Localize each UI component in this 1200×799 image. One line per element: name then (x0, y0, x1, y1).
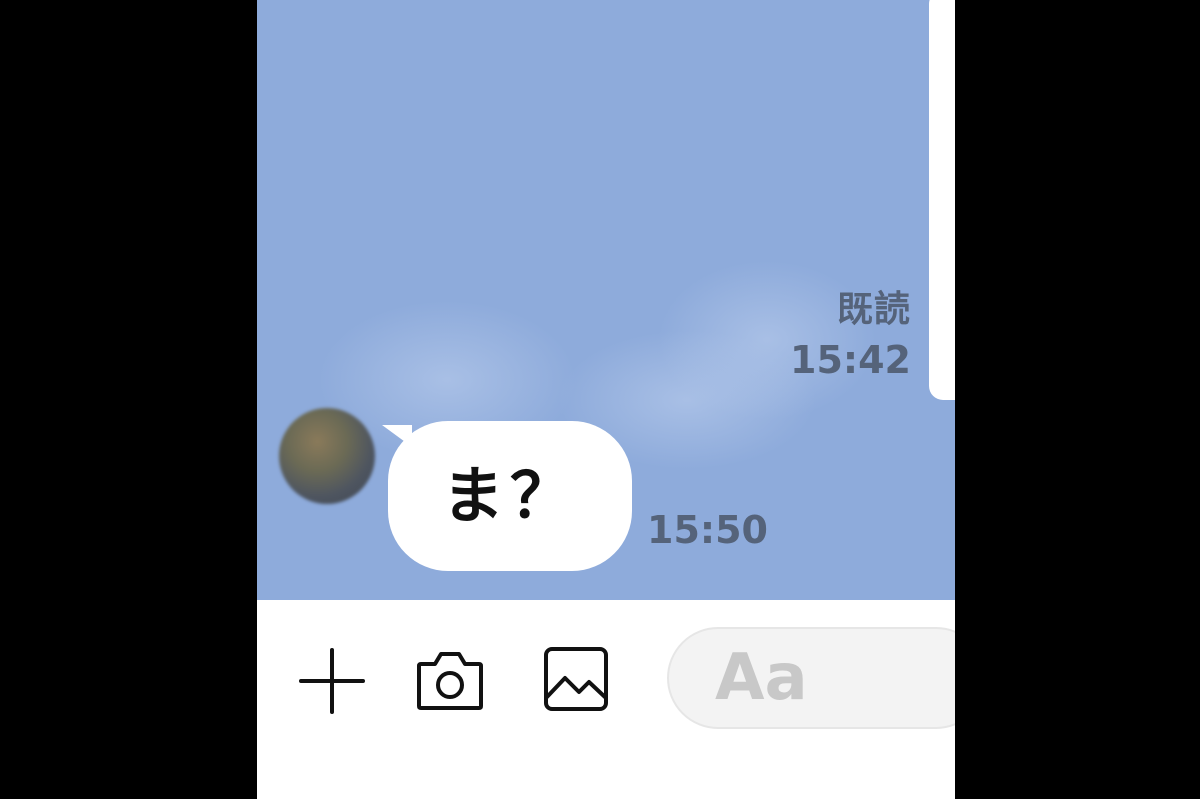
received-message-bubble[interactable]: ま？ (388, 421, 632, 571)
image-icon (544, 647, 608, 711)
input-bar: Aa (257, 600, 955, 799)
avatar[interactable] (279, 408, 375, 504)
chat-area: 既読 15:42 ま？ 15:50 (257, 0, 955, 600)
image-button[interactable] (543, 646, 609, 712)
sent-message-bubble[interactable] (929, 0, 955, 400)
plus-button[interactable] (299, 648, 365, 714)
camera-icon (417, 652, 483, 710)
camera-button[interactable] (415, 648, 485, 712)
received-message-text: ま？ (441, 459, 578, 532)
sent-message-time: 15:42 (790, 338, 911, 382)
message-input[interactable]: Aa (667, 627, 955, 729)
read-receipt: 既読 (836, 289, 911, 330)
plus-icon (299, 648, 365, 714)
message-input-placeholder: Aa (715, 641, 808, 715)
phone-screen: 既読 15:42 ま？ 15:50 Aa (257, 0, 955, 799)
received-message-time: 15:50 (647, 508, 768, 552)
